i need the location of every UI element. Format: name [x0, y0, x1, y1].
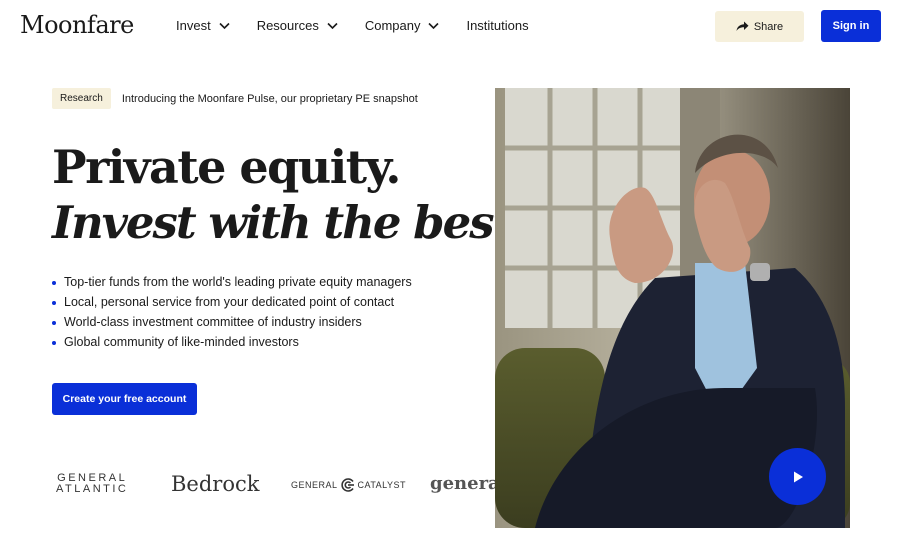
- hero-subheadline: Invest with the best.: [52, 196, 527, 249]
- announcement-bar[interactable]: Research Introducing the Moonfare Pulse,…: [52, 88, 418, 109]
- generation-logo: generati: [430, 473, 495, 494]
- play-icon: [793, 471, 803, 482]
- chevron-down-icon: [327, 22, 338, 29]
- announcement-text[interactable]: Introducing the Moonfare Pulse, our prop…: [122, 93, 418, 105]
- hero-video[interactable]: [495, 88, 850, 528]
- main-nav: Invest Resources Company Institutions: [176, 18, 556, 33]
- general-atlantic-line2: ATLANTIC: [56, 483, 129, 495]
- general-catalyst-left: GENERAL: [291, 480, 338, 490]
- nav-company[interactable]: Company: [365, 18, 440, 33]
- benefit-item: Global community of like-minded investor…: [52, 332, 412, 352]
- hero-headline: Private equity.: [52, 140, 401, 194]
- benefits-list: Top-tier funds from the world's leading …: [52, 272, 412, 352]
- moonfare-logo[interactable]: Moonfare: [20, 11, 134, 39]
- benefit-item: World-class investment committee of indu…: [52, 312, 412, 332]
- nav-institutions-label: Institutions: [466, 18, 529, 33]
- share-label: Share: [753, 20, 784, 33]
- general-catalyst-right: CATALYST: [357, 480, 407, 490]
- benefit-item: Top-tier funds from the world's leading …: [52, 272, 412, 292]
- site-header: Moonfare Invest Resources Company Instit…: [0, 0, 900, 52]
- chevron-down-icon: [428, 22, 440, 29]
- create-account-button[interactable]: Create your free account: [52, 383, 197, 415]
- share-arrow-icon: [736, 21, 749, 31]
- nav-invest-label: Invest: [176, 18, 211, 33]
- nav-company-label: Company: [364, 18, 421, 33]
- partner-logos: GENERAL ATLANTIC Bedrock GENERAL CATALYS…: [0, 464, 495, 508]
- general-catalyst-mark-icon: [340, 478, 354, 492]
- share-button[interactable]: Share: [715, 11, 804, 42]
- chevron-down-icon: [219, 22, 230, 29]
- general-catalyst-logo: GENERAL CATALYST: [291, 477, 406, 493]
- nav-resources[interactable]: Resources: [257, 18, 338, 33]
- nav-institutions[interactable]: Institutions: [466, 18, 528, 33]
- general-atlantic-logo: GENERAL ATLANTIC: [56, 473, 128, 495]
- nav-resources-label: Resources: [256, 18, 319, 33]
- sign-in-button[interactable]: Sign in: [821, 10, 881, 42]
- play-button[interactable]: [769, 448, 826, 505]
- research-badge: Research: [52, 88, 111, 109]
- benefit-item: Local, personal service from your dedica…: [52, 292, 412, 312]
- nav-invest[interactable]: Invest: [176, 18, 230, 33]
- bedrock-logo: Bedrock: [171, 472, 260, 496]
